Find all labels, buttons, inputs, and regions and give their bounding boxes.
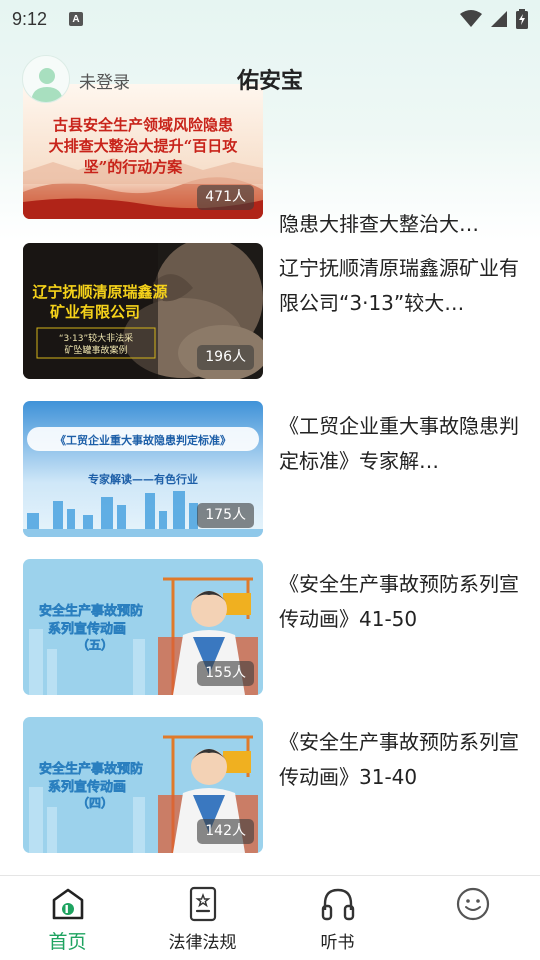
view-count: 142人	[197, 819, 254, 844]
list-item[interactable]: 辽宁抚顺清原瑞鑫源 矿业有限公司 “3·13”较大非法采 矿坠罐事故案例 196…	[0, 243, 540, 379]
nav-home[interactable]: 首页	[0, 876, 135, 960]
view-count: 175人	[197, 503, 254, 528]
list-item[interactable]: 安全生产事故预防 系列宣传动画 （五） 155人 《安全生产事故预防系列宣传动画…	[0, 559, 540, 695]
item-title: 隐患大排查大整治大…	[279, 212, 479, 236]
face-icon	[456, 887, 489, 921]
thumb-line: 矿业有限公司	[50, 303, 140, 321]
thumb-line: 辽宁抚顺清原瑞鑫源	[32, 283, 167, 301]
nav-label: 首页	[48, 931, 87, 953]
thumb-line: 系列宣传动画	[48, 779, 126, 795]
notification-icon: A	[69, 12, 84, 26]
nav-label: 听书	[320, 933, 355, 953]
status-bar: 9:12 A	[0, 0, 540, 38]
status-time: 9:12	[12, 8, 48, 29]
battery-icon	[516, 9, 528, 29]
bottom-nav: 首页 法律法规 听书	[0, 875, 540, 960]
thumbnail: 《工贸企业重大事故隐患判定标准》 专家解读——有色行业 175人	[23, 401, 263, 537]
page-title: 佑安宝	[236, 69, 303, 94]
thumbnail: 安全生产事故预防 系列宣传动画 （四） 142人	[23, 717, 263, 853]
nav-laws[interactable]: 法律法规	[135, 876, 270, 960]
thumbnail: 安全生产事故预防 系列宣传动画 （五） 155人	[23, 559, 263, 695]
thumb-line: （四）	[77, 795, 113, 810]
item-title: 《安全生产事故预防系列宣传动画》31-40	[279, 730, 519, 789]
nav-audiobook[interactable]: 听书	[270, 876, 405, 960]
thumb-line: “3·13”较大非法采	[59, 332, 133, 344]
list-item[interactable]: 《工贸企业重大事故隐患判定标准》 专家解读——有色行业 175人 《工贸企业重大…	[0, 401, 540, 537]
item-title: 《工贸企业重大事故隐患判定标准》专家解…	[279, 414, 519, 473]
nav-label: 法律法规	[168, 933, 237, 953]
thumb-line: 安全生产事故预防	[39, 761, 143, 777]
app-header: 未登录 佑安宝	[0, 52, 540, 108]
status-icons	[460, 9, 528, 29]
item-title: 《安全生产事故预防系列宣传动画》41-50	[279, 572, 519, 631]
thumb-line: 安全生产事故预防	[39, 603, 143, 619]
view-count: 471人	[197, 185, 254, 210]
thumb-line: 大排查大整治大提升“百日攻	[49, 137, 239, 155]
nav-profile[interactable]	[405, 876, 540, 960]
view-count: 196人	[197, 345, 254, 370]
signal-icon	[491, 11, 507, 27]
home-icon	[52, 888, 83, 920]
wifi-icon	[460, 10, 482, 27]
view-count: 155人	[197, 661, 254, 686]
thumb-line: 矿坠罐事故案例	[64, 344, 127, 356]
thumb-line: （五）	[77, 637, 113, 652]
thumb-line: 专家解读——有色行业	[88, 472, 198, 486]
thumb-line: 系列宣传动画	[48, 621, 126, 637]
list-item[interactable]: 安全生产事故预防 系列宣传动画 （四） 142人 《安全生产事故预防系列宣传动画…	[0, 717, 540, 853]
document-icon	[189, 886, 216, 922]
headphones-icon	[321, 888, 354, 921]
thumb-line: 《工贸企业重大事故隐患判定标准》	[55, 433, 231, 447]
item-title: 辽宁抚顺清原瑞鑫源矿业有限公司“3·13”较大…	[279, 256, 519, 315]
thumbnail: 辽宁抚顺清原瑞鑫源 矿业有限公司 “3·13”较大非法采 矿坠罐事故案例 196…	[23, 243, 263, 379]
thumb-line: 古县安全生产领域风险隐患	[53, 116, 233, 134]
thumb-line: 坚”的行动方案	[84, 158, 184, 176]
